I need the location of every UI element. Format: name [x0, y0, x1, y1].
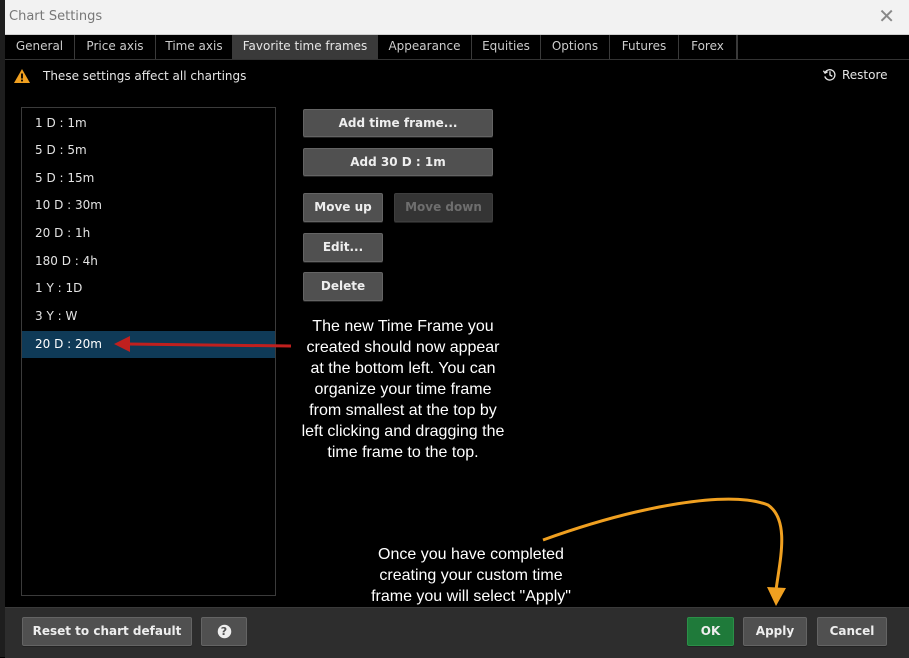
ok-button[interactable]: OK	[687, 617, 734, 646]
arrow-to-apply-button	[542, 497, 786, 606]
help-button[interactable]: ?	[201, 617, 247, 646]
chart-settings-dialog: Chart Settings ✕ General Price axis Time…	[0, 0, 909, 658]
apply-button[interactable]: Apply	[743, 617, 807, 646]
help-glyph: ?	[220, 625, 228, 638]
cancel-button[interactable]: Cancel	[817, 617, 887, 646]
reset-to-default-button[interactable]: Reset to chart default	[22, 617, 192, 646]
annotation-arrows	[114, 336, 786, 606]
arrow-to-selected-item	[114, 336, 292, 352]
